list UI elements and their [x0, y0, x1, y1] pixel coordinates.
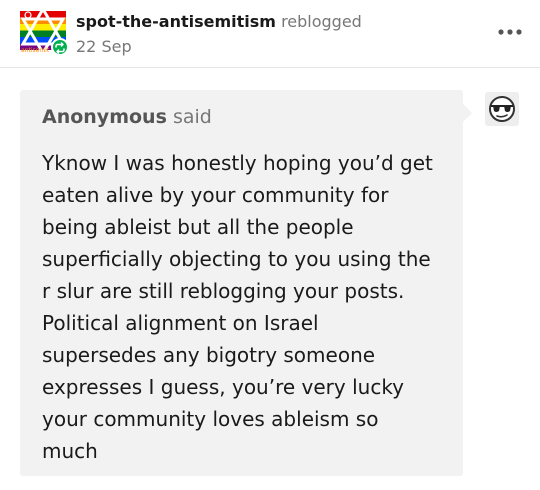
svg-text:antisemit: antisemit — [21, 47, 50, 54]
blog-name-link[interactable]: spot-the-antisemitism — [76, 12, 276, 31]
anonymous-sunglasses-icon — [485, 92, 519, 126]
question-line: your community loves ableism so — [42, 407, 379, 431]
reblog-badge — [51, 38, 69, 56]
question-line: being ableist but all the people — [42, 215, 354, 239]
question-text: Yknow I was honestly hoping you’d get ea… — [42, 147, 441, 467]
post-attribution: spot-the-antisemitism reblogged — [76, 11, 362, 33]
post-header: antisemit spot-the-antisemitism reblogge… — [0, 0, 540, 68]
asker-name: Anonymous — [42, 106, 167, 128]
anonymous-avatar — [485, 92, 519, 126]
reblogged-label: reblogged — [281, 12, 362, 31]
post-date[interactable]: 22 Sep — [76, 36, 132, 58]
question-line: eaten alive by your community for — [42, 183, 389, 207]
question-line: Political alignment on Israel — [42, 311, 319, 335]
question-line: much — [42, 439, 98, 463]
reblog-icon — [55, 42, 65, 54]
ask-box: Anonymous said Yknow I was honestly hopi… — [20, 90, 472, 476]
question-line: Yknow I was honestly hoping you’d get — [42, 151, 433, 175]
question-line: supersedes any bigotry someone — [42, 343, 376, 367]
said-label: said — [172, 106, 212, 128]
more-horizontal-icon — [498, 29, 522, 35]
question-line: r slur are still reblogging your posts. — [42, 279, 405, 303]
ask-header: Anonymous said — [42, 104, 441, 130]
question-line: superficially objecting to you using the — [42, 247, 431, 271]
question-line: expresses I guess, you’re very lucky — [42, 375, 405, 399]
more-options-button[interactable] — [496, 22, 524, 42]
